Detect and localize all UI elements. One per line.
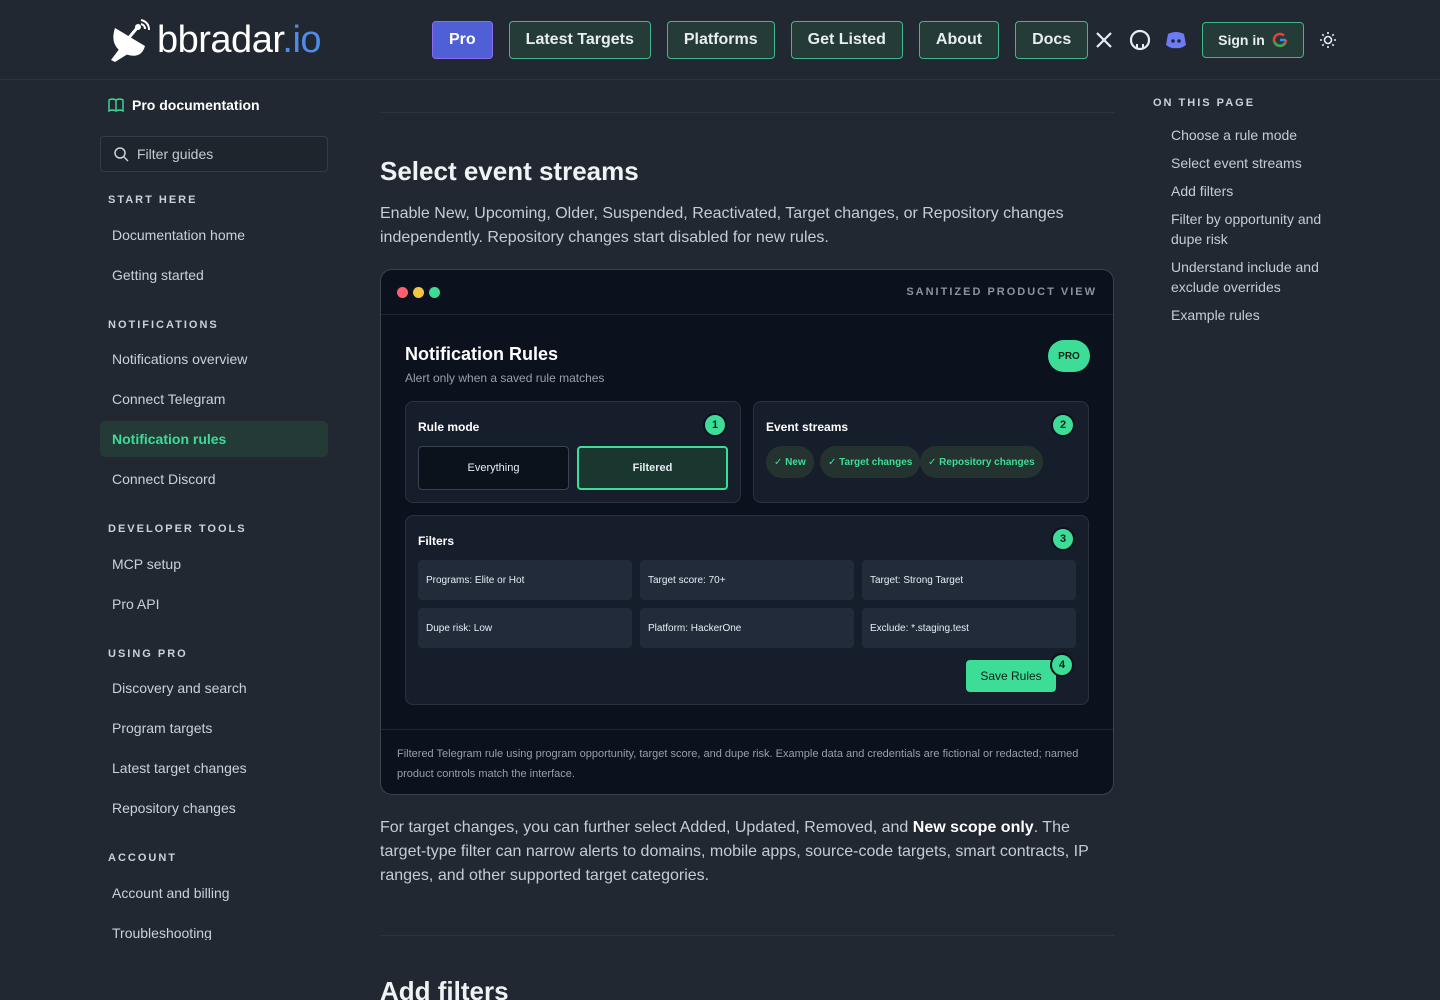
sidebar-item-program-targets[interactable]: Program targets — [100, 710, 328, 746]
filter-target-score[interactable]: Target score: 70+ — [640, 560, 854, 600]
target-changes-text-start: For target changes, you can further sele… — [380, 819, 913, 836]
sidebar-section-using-pro: USING PRO — [108, 648, 188, 660]
nav-about-button[interactable]: About — [918, 21, 1000, 59]
sidebar-item-getting-started[interactable]: Getting started — [100, 257, 328, 293]
filter-guides-input[interactable] — [137, 146, 317, 162]
sidebar-heading-label: Pro documentation — [132, 97, 260, 113]
github-icon[interactable] — [1128, 28, 1152, 52]
sidebar-item-documentation-home[interactable]: Documentation home — [100, 217, 328, 253]
theme-toggle-sun-icon[interactable] — [1318, 30, 1338, 50]
filter-programs[interactable]: Programs: Elite or Hot — [418, 560, 632, 600]
intro-paragraph: Enable New, Upcoming, Older, Suspended, … — [380, 205, 1064, 246]
sidebar-item-repository-changes[interactable]: Repository changes — [100, 790, 328, 826]
toc-item-add-filters[interactable]: Add filters — [1171, 181, 1341, 201]
product-view-caption: Filtered Telegram rule using program opp… — [381, 729, 1113, 794]
product-view-panel: SANITIZED PRODUCT VIEW Notification Rule… — [380, 269, 1114, 795]
docs-sidebar: Pro documentation START HERE Documentati… — [100, 80, 328, 940]
product-window-bar: SANITIZED PRODUCT VIEW — [381, 270, 1113, 315]
rule-mode-card: Rule mode 1 Everything Filtered — [405, 401, 741, 503]
discord-icon[interactable] — [1164, 28, 1188, 52]
satellite-dish-icon — [111, 19, 150, 62]
toc-item-include-exclude[interactable]: Understand include and exclude overrides — [1171, 257, 1341, 297]
x-icon[interactable] — [1092, 28, 1116, 52]
stream-chip-new[interactable]: ✓ New — [766, 446, 814, 478]
filters-title: Filters — [418, 534, 455, 548]
sidebar-item-mcp-setup[interactable]: MCP setup — [100, 546, 328, 582]
stream-chip-target-changes[interactable]: ✓ Target changes — [820, 446, 921, 478]
sidebar-item-notifications-overview[interactable]: Notifications overview — [100, 341, 328, 377]
filter-dupe-risk[interactable]: Dupe risk: Low — [418, 608, 632, 648]
rule-mode-filtered-button[interactable]: Filtered — [577, 446, 728, 490]
brand-wordmark: bbradar.io — [157, 19, 322, 61]
sidebar-item-connect-discord[interactable]: Connect Discord — [100, 461, 328, 497]
section-divider — [380, 112, 1114, 113]
sign-in-button[interactable]: Sign in — [1202, 22, 1304, 58]
filter-exclude[interactable]: Exclude: *.staging.test — [862, 608, 1076, 648]
main-nav: Pro Latest Targets Platforms Get Listed … — [432, 21, 1104, 59]
target-changes-paragraph: For target changes, you can further sele… — [380, 816, 1114, 888]
notification-rules-title: Notification Rules — [405, 344, 559, 364]
filter-platform[interactable]: Platform: HackerOne — [640, 608, 854, 648]
step-badge-3: 3 — [1051, 527, 1075, 551]
brand-name: bbradar — [157, 19, 283, 61]
toc-item-example-rules[interactable]: Example rules — [1171, 305, 1341, 325]
step-badge-4: 4 — [1050, 653, 1074, 677]
search-icon — [114, 147, 129, 162]
rule-mode-everything-button[interactable]: Everything — [418, 446, 569, 490]
sidebar-item-troubleshooting[interactable]: Troubleshooting — [100, 915, 328, 940]
nav-docs-button[interactable]: Docs — [1015, 21, 1089, 59]
stream-chip-repository-changes[interactable]: ✓ Repository changes — [920, 446, 1043, 478]
sidebar-section-notifications: NOTIFICATIONS — [108, 319, 219, 331]
sidebar-item-pro-api[interactable]: Pro API — [100, 586, 328, 622]
filter-target-strength[interactable]: Target: Strong Target — [862, 560, 1076, 600]
google-icon — [1272, 32, 1288, 48]
step-badge-1: 1 — [703, 413, 727, 437]
filter-guides-field[interactable] — [100, 136, 328, 172]
pro-badge: PRO — [1048, 340, 1090, 372]
window-dot-green — [429, 286, 440, 298]
brand-domain: .io — [282, 19, 322, 61]
sidebar-section-account: ACCOUNT — [108, 852, 177, 864]
step-badge-2: 2 — [1051, 413, 1075, 437]
event-streams-title: Event streams — [766, 420, 849, 434]
nav-platforms-button[interactable]: Platforms — [666, 21, 775, 59]
toc-title: ON THIS PAGE — [1153, 97, 1256, 109]
sidebar-section-developer-tools: DEVELOPER TOOLS — [108, 523, 247, 535]
main-content: Select event streams Enable New, Upcomin… — [380, 80, 1114, 1000]
toc-item-choose-rule-mode[interactable]: Choose a rule mode — [1171, 125, 1341, 145]
new-scope-only-emphasis: New scope only — [912, 819, 1034, 836]
product-view-tag: SANITIZED PRODUCT VIEW — [906, 286, 1097, 298]
event-streams-card: Event streams 2 ✓ New ✓ Target changes ✓… — [753, 401, 1089, 503]
sidebar-item-notification-rules[interactable]: Notification rules — [100, 421, 328, 457]
sidebar-item-account-and-billing[interactable]: Account and billing — [100, 875, 328, 911]
section-divider — [380, 935, 1114, 936]
top-nav-bar: bbradar.io Pro Latest Targets Platforms … — [0, 0, 1440, 80]
sidebar-item-latest-target-changes[interactable]: Latest target changes — [100, 750, 328, 786]
sidebar-section-start-here: START HERE — [108, 194, 198, 206]
window-dot-red — [397, 286, 408, 298]
sidebar-item-connect-telegram[interactable]: Connect Telegram — [100, 381, 328, 417]
save-rules-button[interactable]: Save Rules — [966, 660, 1056, 692]
book-icon — [108, 98, 124, 112]
notification-rules-subtitle: Alert only when a saved rule matches — [405, 371, 605, 385]
brand-logo[interactable]: bbradar.io — [105, 16, 322, 64]
filters-card: Filters 3 Programs: Elite or Hot Target … — [405, 515, 1089, 705]
sidebar-item-discovery-and-search[interactable]: Discovery and search — [100, 670, 328, 706]
nav-latest-targets-button[interactable]: Latest Targets — [508, 21, 651, 59]
sign-in-label: Sign in — [1218, 32, 1265, 48]
nav-get-listed-button[interactable]: Get Listed — [790, 21, 903, 59]
rule-mode-title: Rule mode — [418, 420, 480, 434]
sidebar-heading[interactable]: Pro documentation — [108, 97, 260, 113]
toc-item-select-event-streams[interactable]: Select event streams — [1171, 153, 1341, 173]
section-heading-add-filters: Add filters — [380, 976, 509, 1000]
toc-item-filter-opportunity[interactable]: Filter by opportunity and dupe risk — [1171, 209, 1341, 249]
nav-pro-button[interactable]: Pro — [432, 21, 493, 59]
section-heading-select-event-streams: Select event streams — [380, 156, 639, 186]
window-dot-yellow — [413, 286, 424, 298]
